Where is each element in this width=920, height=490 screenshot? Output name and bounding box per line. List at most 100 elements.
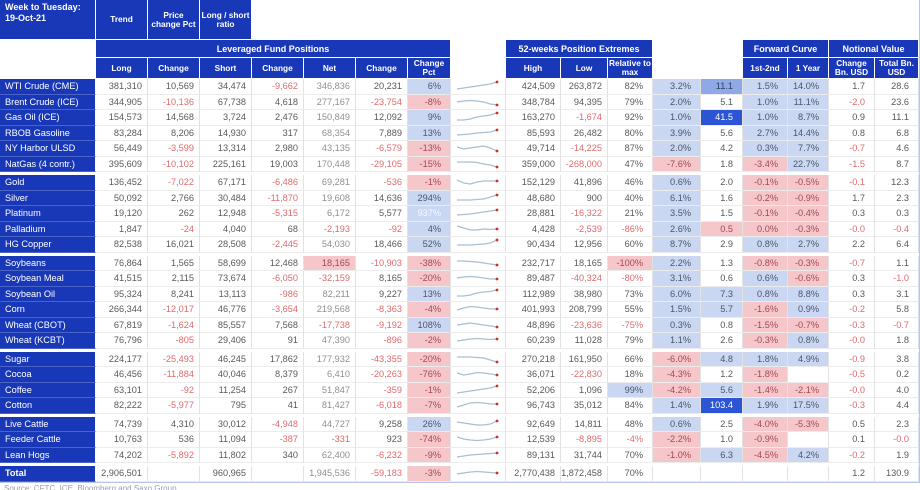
cell-nv-change: 0.8 (829, 125, 875, 141)
cell-fc-1st-2nd: 0.8% (743, 237, 788, 253)
cell-fc-1st-2nd: -4.5% (743, 447, 788, 463)
cell-short-change: -9,662 (252, 79, 304, 95)
row-label: Lean Hogs (0, 447, 96, 463)
cell-short: 11,254 (200, 382, 252, 398)
trend-sparkline (451, 175, 506, 191)
cell-nv-total: 12.3 (875, 175, 919, 191)
cell-long-change (148, 466, 200, 482)
cell-short-change: -387 (252, 432, 304, 448)
cell-long: 63,101 (96, 382, 148, 398)
trend-sparkline (451, 432, 506, 448)
cell-high: 52,206 (506, 382, 561, 398)
sparkline-svg (456, 435, 499, 442)
cell-low: 41,896 (561, 175, 608, 191)
cell-net-change: -23,754 (356, 94, 408, 110)
cell-long-short-ratio: 7.3 (701, 286, 743, 302)
cell-nv-total: 23.6 (875, 94, 919, 110)
cell-net-change: 8,165 (356, 271, 408, 287)
table-row: Wheat (CBOT) 67,819 -1,624 85,557 7,568 -17,7… (0, 317, 919, 333)
cell-net: 6,410 (304, 367, 356, 383)
table-row: Corn 266,344 -12,017 46,776 -3,654 219,568 -8,… (0, 302, 919, 318)
cell-fc-1-year: 7.7% (788, 141, 829, 157)
cell-long-short-ratio: 1.8 (701, 156, 743, 172)
cell-long-change: -92 (148, 382, 200, 398)
week-label: Week to Tuesday: (5, 2, 81, 12)
sparkline-svg (456, 208, 499, 216)
trend-sparkline (451, 190, 506, 206)
cell-fc-1st-2nd: 1.0% (743, 110, 788, 126)
row-label: RBOB Gasoline (0, 125, 96, 141)
cell-long: 74,739 (96, 416, 148, 432)
cell-relative-to-max: 70% (608, 447, 653, 463)
sparkline-svg (456, 80, 499, 90)
cell-net: 69,281 (304, 175, 356, 191)
cell-fc-1st-2nd: -3.4% (743, 156, 788, 172)
cell-net-change: 12,092 (356, 110, 408, 126)
week-to-tuesday-header: Week to Tuesday: 19-Oct-21 (0, 0, 96, 40)
cell-change-pct: -13% (408, 141, 451, 157)
cell-high: 85,593 (506, 125, 561, 141)
cell-short: 34,474 (200, 79, 252, 95)
cell-price-change-pct: 3.1% (653, 271, 701, 287)
cell-fc-1-year: 2.7% (788, 237, 829, 253)
cell-nv-change: 2.2 (829, 237, 875, 253)
cell-relative-to-max: 21% (608, 206, 653, 222)
cell-net-change: -6,232 (356, 447, 408, 463)
row-label: NY Harbor ULSD (0, 141, 96, 157)
cell-long-change: -10,102 (148, 156, 200, 172)
column-relative-to-max: Relative to max (608, 58, 653, 79)
cell-short: 73,674 (200, 271, 252, 287)
cell-short: 960,965 (200, 466, 252, 482)
cell-fc-1-year: -0.7% (788, 317, 829, 333)
sparkline-svg (457, 111, 499, 121)
cell-relative-to-max: 48% (608, 416, 653, 432)
column-long-change: Change (148, 58, 200, 79)
cell-change-pct: 9% (408, 110, 451, 126)
cell-long-short-ratio: 5.6 (701, 125, 743, 141)
cell-fc-1st-2nd: 0.0% (743, 221, 788, 237)
cell-short: 13,113 (200, 286, 252, 302)
cell-long-change: 14,568 (148, 110, 200, 126)
cell-nv-change: 0.5 (829, 416, 875, 432)
trend-sparkline (451, 416, 506, 432)
cell-high: 348,784 (506, 94, 561, 110)
cell-long-short-ratio: 2.5 (701, 416, 743, 432)
cell-price-change-pct (653, 466, 701, 482)
sparkline-svg (457, 238, 499, 246)
row-label: Soybeans (0, 255, 96, 271)
cell-change-pct: 294% (408, 190, 451, 206)
trend-sparkline (451, 255, 506, 271)
cell-fc-1st-2nd: -4.0% (743, 416, 788, 432)
cell-nv-change: -0.2 (829, 302, 875, 318)
cell-nv-total: 5.8 (875, 302, 919, 318)
cell-fc-1st-2nd: -0.3% (743, 333, 788, 349)
row-label: Brent Crude (ICE) (0, 94, 96, 110)
cell-low: -40,324 (561, 271, 608, 287)
cell-nv-total: 4.4 (875, 398, 919, 414)
cell-short: 11,094 (200, 432, 252, 448)
cell-high: 92,649 (506, 416, 561, 432)
cell-long-short-ratio (701, 466, 743, 482)
cell-fc-1-year: 0.8% (788, 333, 829, 349)
cell-fc-1st-2nd: -0.8% (743, 255, 788, 271)
cell-nv-total: 4.6 (875, 141, 919, 157)
cell-relative-to-max: 55% (608, 302, 653, 318)
cell-long-change: -5,892 (148, 447, 200, 463)
cell-nv-total: 3.1 (875, 286, 919, 302)
cell-long: 95,324 (96, 286, 148, 302)
cell-long-change: -1,624 (148, 317, 200, 333)
cell-nv-change: 1.2 (829, 466, 875, 482)
table-body: WTI Crude (CME) 381,310 10,569 34,474 -9,662… (0, 79, 919, 482)
cell-long-short-ratio: 4.8 (701, 351, 743, 367)
cell-nv-change: -0.3 (829, 398, 875, 414)
cell-long-short-ratio: 1.3 (701, 255, 743, 271)
cell-fc-1-year: -2.1% (788, 382, 829, 398)
sparkline-svg (456, 384, 499, 394)
group-forward-curve: Forward Curve (743, 40, 829, 58)
cell-change-pct: 937% (408, 206, 451, 222)
cell-net-change: -896 (356, 333, 408, 349)
cell-low: 208,799 (561, 302, 608, 318)
cell-relative-to-max: 79% (608, 94, 653, 110)
cell-change-pct: 108% (408, 317, 451, 333)
cell-net: 170,448 (304, 156, 356, 172)
